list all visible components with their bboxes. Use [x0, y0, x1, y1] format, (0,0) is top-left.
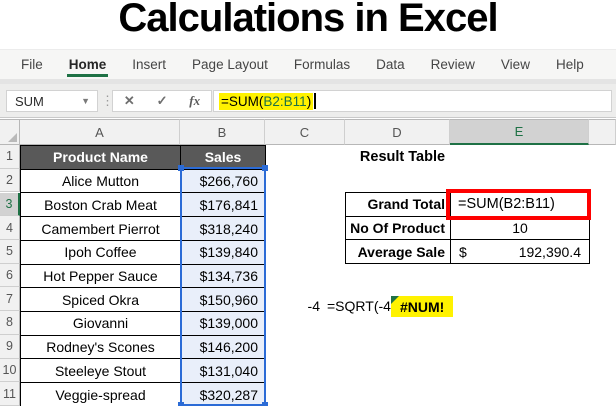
ribbon-tab-help[interactable]: Help — [543, 50, 597, 79]
formula-input[interactable]: =SUM(B2:B11) — [213, 90, 612, 112]
row-header-1[interactable]: 1 — [0, 145, 20, 169]
cancel-icon[interactable]: ✕ — [124, 93, 135, 109]
row-header-10[interactable]: 10 — [0, 359, 20, 383]
cell-sales[interactable]: $146,200 — [181, 336, 266, 360]
no-of-product-label[interactable]: No Of Product — [346, 217, 451, 241]
cell-product-name[interactable]: Camembert Pierrot — [21, 217, 181, 241]
column-header-c[interactable]: C — [265, 119, 345, 145]
no-of-product-value[interactable]: 10 — [451, 217, 590, 241]
cell-product-name[interactable]: Hot Pepper Sauce — [21, 265, 181, 289]
excel-window: Calculations in Excel File Home Insert P… — [0, 0, 616, 406]
row-header-2[interactable]: 2 — [0, 169, 20, 193]
column-header-d[interactable]: D — [345, 119, 450, 145]
average-sale-label[interactable]: Average Sale — [346, 240, 451, 264]
cell-sales[interactable]: $150,960 — [181, 288, 266, 312]
formula-text: =SUM(B2:B11) — [219, 93, 313, 110]
cell-sales[interactable]: $139,000 — [181, 312, 266, 336]
cell-sales[interactable]: $320,287 — [181, 383, 266, 406]
num-error-text: #NUM! — [400, 299, 444, 315]
ribbon: File Home Insert Page Layout Formulas Da… — [0, 49, 616, 79]
chevron-down-icon[interactable]: ▼ — [81, 96, 97, 106]
cell-b1-sales-header[interactable]: Sales — [181, 146, 266, 170]
ribbon-tab-formulas[interactable]: Formulas — [281, 50, 363, 79]
cell-product-name[interactable]: Steeleye Stout — [21, 359, 181, 383]
average-sale-value-cell[interactable]: $ 192,390.4 — [451, 240, 590, 264]
ribbon-tab-view[interactable]: View — [488, 50, 543, 79]
enter-icon[interactable]: ✓ — [157, 93, 168, 109]
cell-product-name[interactable]: Veggie-spread — [21, 383, 181, 406]
formula-bar: SUM ▼ ⋮ ✕ ✓ fx =SUM(B2:B11) — [0, 84, 616, 118]
insert-function-icon[interactable]: fx — [189, 93, 200, 109]
select-all-corner[interactable] — [0, 119, 20, 145]
ribbon-tab-page-layout[interactable]: Page Layout — [179, 50, 281, 79]
row-header-9[interactable]: 9 — [0, 335, 20, 359]
sqrt-input-value[interactable]: -4 — [290, 298, 320, 314]
ribbon-tab-file[interactable]: File — [8, 50, 56, 79]
row-header-3[interactable]: 3 — [0, 193, 20, 217]
cell-sales[interactable]: $139,840 — [181, 241, 266, 265]
grand-total-formula-cell[interactable]: =SUM(B2:B11) — [451, 193, 590, 217]
cell-product-name[interactable]: Spiced Okra — [21, 288, 181, 312]
cell-product-name[interactable]: Ipoh Coffee — [21, 241, 181, 265]
name-box-value: SUM — [15, 94, 44, 109]
formula-buttons: ✕ ✓ fx — [112, 90, 212, 112]
ribbon-tab-review[interactable]: Review — [418, 50, 488, 79]
sqrt-formula-text[interactable]: =SQRT(-4) — [327, 298, 396, 314]
cell-sales[interactable]: $176,841 — [181, 193, 266, 217]
cell-sales[interactable]: $318,240 — [181, 217, 266, 241]
cell-product-name[interactable]: Alice Mutton — [21, 170, 181, 194]
currency-symbol: $ — [459, 244, 467, 260]
ribbon-tab-home[interactable]: Home — [56, 50, 120, 79]
cell-sales[interactable]: $131,040 — [181, 359, 266, 383]
error-indicator-icon — [391, 296, 399, 304]
cell-sales[interactable]: $134,736 — [181, 265, 266, 289]
text-cursor — [314, 93, 316, 109]
product-table: Product Name Sales Alice Mutton $266,760… — [20, 145, 266, 406]
cell-product-name[interactable]: Giovanni — [21, 312, 181, 336]
cell-product-name[interactable]: Boston Crab Meat — [21, 193, 181, 217]
cell-product-name[interactable]: Rodney's Scones — [21, 336, 181, 360]
name-box[interactable]: SUM ▼ — [6, 90, 98, 112]
cell-sales[interactable]: $266,760 — [181, 170, 266, 194]
column-header-f[interactable] — [589, 119, 616, 145]
column-header-a[interactable]: A — [20, 119, 180, 145]
row-header-5[interactable]: 5 — [0, 240, 20, 264]
num-error-cell[interactable]: #NUM! — [391, 296, 453, 317]
column-header-b[interactable]: B — [180, 119, 265, 145]
ribbon-tab-data[interactable]: Data — [363, 50, 418, 79]
result-table-title: Result Table — [345, 145, 460, 169]
ribbon-tab-insert[interactable]: Insert — [119, 50, 179, 79]
grand-total-label[interactable]: Grand Total — [346, 193, 451, 217]
result-table: Grand Total =SUM(B2:B11) No Of Product 1… — [345, 192, 590, 264]
page-title: Calculations in Excel — [0, 0, 616, 41]
row-header-11[interactable]: 11 — [0, 382, 20, 406]
formula-range-ref: B2:B11 — [263, 94, 306, 109]
cell-a1-product-name-header[interactable]: Product Name — [21, 146, 181, 170]
row-header-4[interactable]: 4 — [0, 216, 20, 240]
row-header-8[interactable]: 8 — [0, 311, 20, 335]
row-header-6[interactable]: 6 — [0, 264, 20, 288]
row-header-7[interactable]: 7 — [0, 287, 20, 311]
column-header-e[interactable]: E — [450, 119, 589, 145]
average-sale-amount: 192,390.4 — [519, 244, 581, 260]
